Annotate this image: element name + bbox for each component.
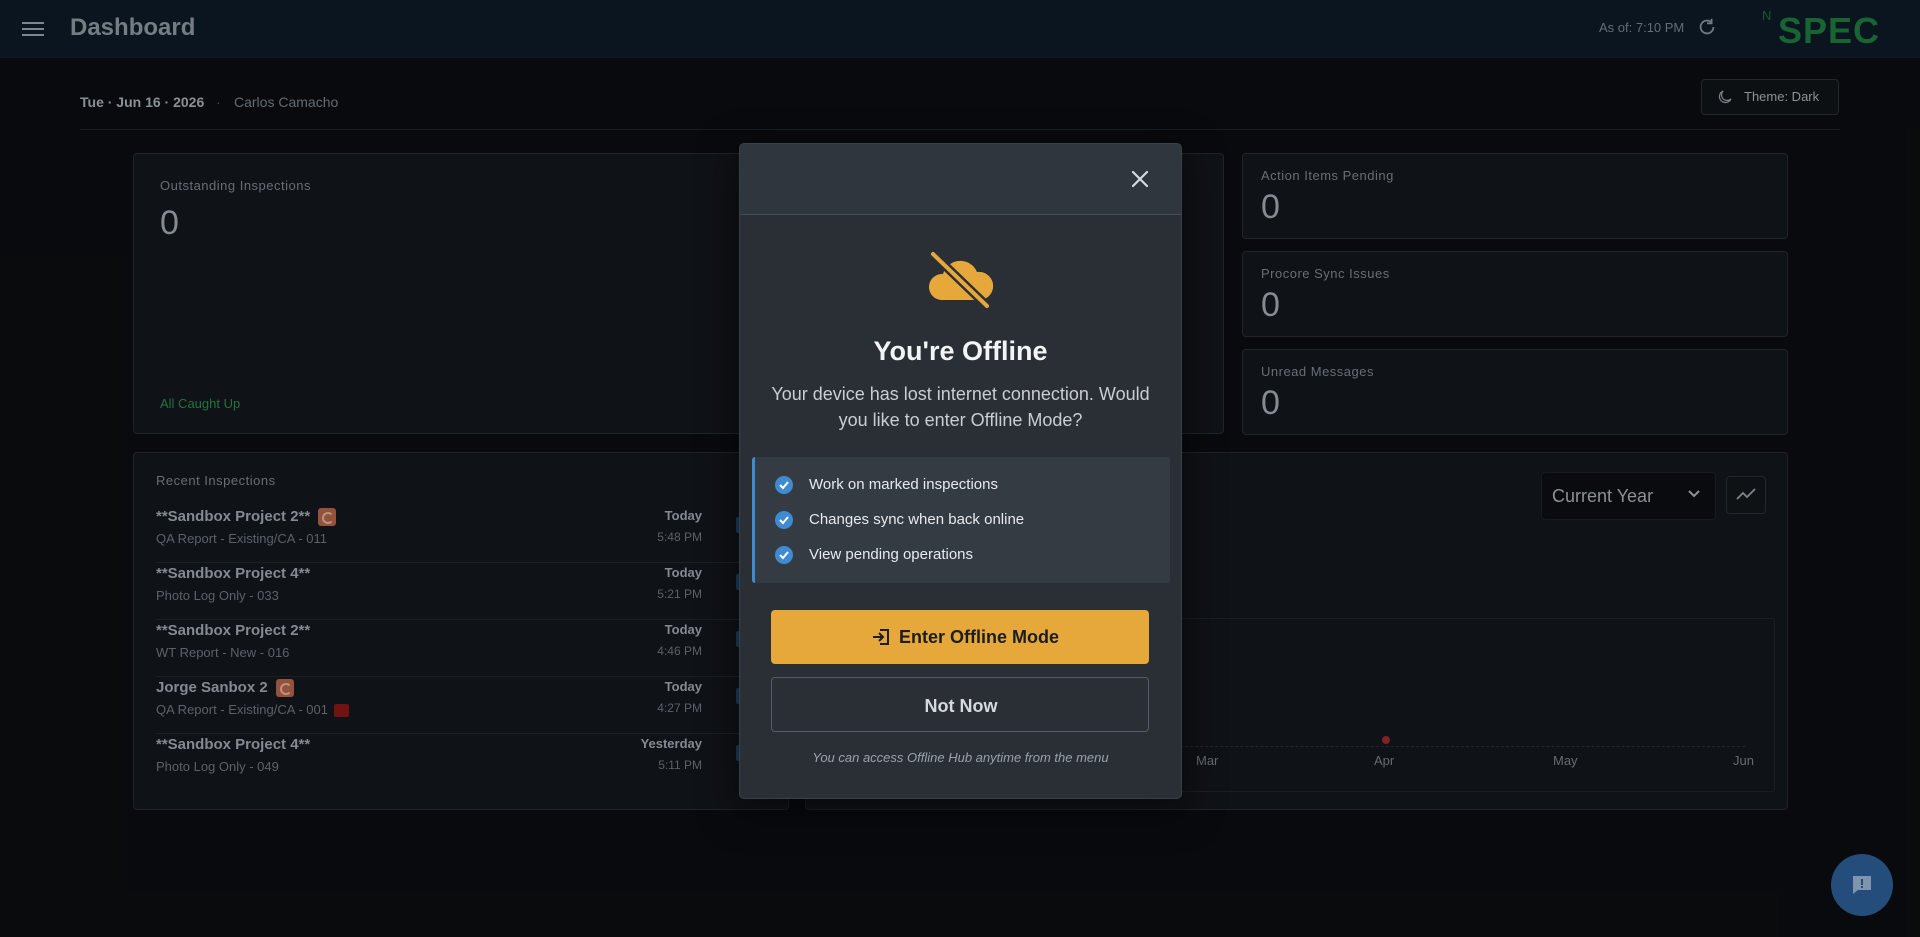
dialog-footnote: You can access Offline Hub anytime from … <box>812 750 1109 765</box>
not-now-button[interactable]: Not Now <box>771 677 1149 732</box>
feature-item-label: View pending operations <box>809 546 974 563</box>
offline-mode-dialog: You're Offline Your device has lost inte… <box>739 143 1182 799</box>
not-now-label: Not Now <box>924 696 998 716</box>
enter-offline-mode-button[interactable]: Enter Offline Mode <box>771 610 1149 664</box>
feature-item-label: Work on marked inspections <box>809 476 998 493</box>
dialog-description: Your device has lost internet connection… <box>771 384 1150 430</box>
close-icon[interactable] <box>1129 168 1151 190</box>
sign-in-icon <box>873 629 889 645</box>
check-circle-icon <box>775 476 793 494</box>
offline-features-list: Work on marked inspections Changes sync … <box>752 457 1170 583</box>
dialog-title: You're Offline <box>873 336 1048 366</box>
feature-item-label: Changes sync when back online <box>809 511 1025 528</box>
check-circle-icon <box>775 546 793 564</box>
enter-offline-mode-label: Enter Offline Mode <box>899 627 1060 647</box>
dialog-header <box>740 144 1181 215</box>
cloud-offline-icon <box>928 250 994 310</box>
check-circle-icon <box>775 511 793 529</box>
